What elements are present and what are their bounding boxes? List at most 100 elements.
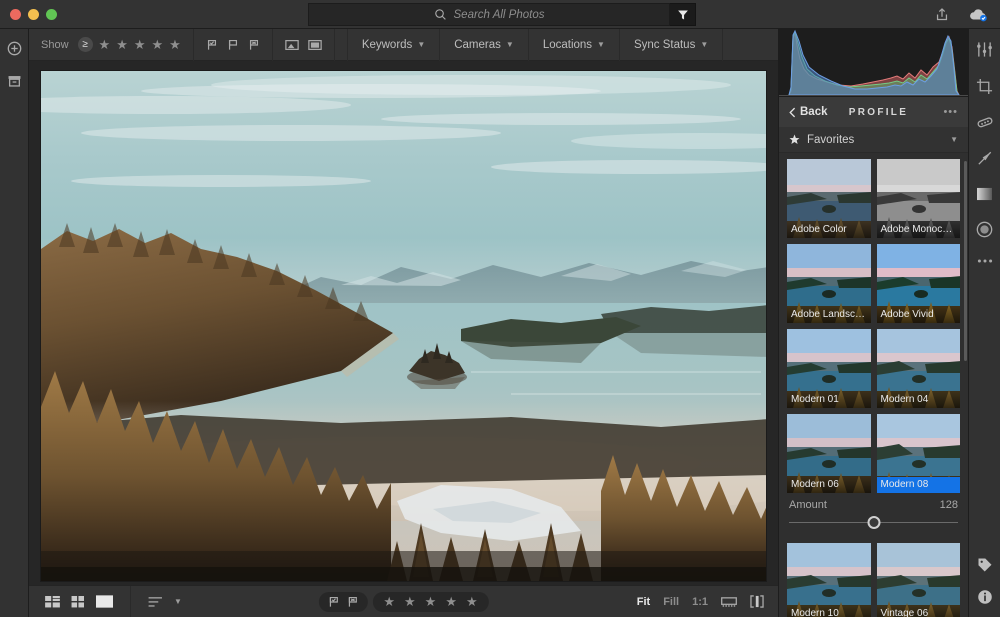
panel-title: PROFILE bbox=[814, 107, 944, 118]
video-type-icon[interactable] bbox=[308, 39, 322, 51]
share-export-icon[interactable] bbox=[934, 7, 950, 23]
chevron-down-icon: ▼ bbox=[506, 40, 514, 49]
filter-star-1[interactable]: ★ bbox=[99, 38, 111, 51]
amount-slider[interactable] bbox=[789, 514, 958, 532]
star-icon bbox=[789, 134, 800, 145]
more-dots-icon[interactable] bbox=[977, 258, 993, 264]
healing-brush-icon[interactable] bbox=[976, 115, 994, 130]
filter-star-4[interactable]: ★ bbox=[152, 38, 164, 51]
sliders-icon[interactable] bbox=[976, 41, 993, 58]
filter-funnel-icon[interactable] bbox=[670, 3, 696, 26]
center-column: Show ≥ ★ ★ ★ ★ ★ bbox=[29, 29, 778, 617]
close-window-button[interactable] bbox=[10, 9, 21, 20]
filter-star-2[interactable]: ★ bbox=[116, 38, 128, 51]
profile-modern-10[interactable]: Modern 10 bbox=[787, 543, 871, 617]
divider bbox=[334, 29, 335, 61]
cloud-sync-icon[interactable] bbox=[968, 7, 988, 23]
profile-label: Modern 01 bbox=[787, 392, 871, 408]
window-controls bbox=[0, 9, 57, 20]
profile-modern-08[interactable]: Modern 08 bbox=[877, 414, 961, 493]
plus-circle-icon[interactable] bbox=[7, 41, 22, 56]
lightroom-window: Search All Photos bbox=[0, 0, 1000, 617]
slider-knob[interactable] bbox=[867, 516, 880, 529]
filmstrip-icon[interactable] bbox=[721, 596, 737, 608]
profile-adobe-vivid[interactable]: Adobe Vivid bbox=[877, 244, 961, 323]
flag-controls bbox=[318, 592, 367, 612]
dropdown-cameras[interactable]: Cameras ▼ bbox=[439, 29, 528, 61]
rating-star-1[interactable]: ★ bbox=[383, 595, 395, 608]
search-input[interactable]: Search All Photos bbox=[308, 3, 670, 26]
profile-scrollbar[interactable] bbox=[964, 161, 967, 361]
zoom-controls: Fit Fill 1:1 bbox=[637, 595, 778, 608]
profile-header: Back PROFILE ••• bbox=[779, 97, 968, 127]
main-body: Show ≥ ★ ★ ★ ★ ★ bbox=[0, 29, 1000, 617]
sort-icon[interactable] bbox=[148, 596, 163, 608]
flag-rejected-icon[interactable] bbox=[248, 39, 260, 51]
chevron-down-icon[interactable]: ▼ bbox=[950, 135, 958, 144]
chevron-down-icon: ▼ bbox=[417, 40, 425, 49]
profile-modern-01[interactable]: Modern 01 bbox=[787, 329, 871, 408]
zoom-fit-button[interactable]: Fit bbox=[637, 596, 650, 608]
amount-value: 128 bbox=[940, 499, 958, 511]
left-rail bbox=[0, 29, 29, 617]
radial-icon[interactable] bbox=[976, 221, 993, 238]
dropdown-sync-status[interactable]: Sync Status ▼ bbox=[619, 29, 723, 61]
profile-modern-06[interactable]: Modern 06 bbox=[787, 414, 871, 493]
flag-pick-icon[interactable] bbox=[327, 596, 339, 608]
favorites-section-header[interactable]: Favorites ▼ bbox=[779, 127, 968, 153]
chevron-down-icon[interactable]: ▼ bbox=[174, 597, 182, 606]
filter-star-3[interactable]: ★ bbox=[134, 38, 146, 51]
photo-canvas[interactable] bbox=[29, 61, 778, 585]
filter-star-5[interactable]: ★ bbox=[169, 38, 181, 51]
chevron-left-icon bbox=[789, 107, 796, 118]
info-circle-icon[interactable] bbox=[977, 589, 993, 605]
brush-icon[interactable] bbox=[976, 150, 993, 167]
single-photo-view-icon[interactable] bbox=[96, 595, 113, 608]
dropdown-keywords[interactable]: Keywords ▼ bbox=[347, 29, 439, 61]
dropdown-locations[interactable]: Locations ▼ bbox=[528, 29, 619, 61]
rating-operator-button[interactable]: ≥ bbox=[78, 37, 93, 52]
rating-star-5[interactable]: ★ bbox=[466, 595, 478, 608]
before-after-icon[interactable] bbox=[750, 595, 764, 608]
title-bar: Search All Photos bbox=[0, 0, 1000, 29]
zoom-fill-button[interactable]: Fill bbox=[663, 596, 679, 608]
profile-adobe-landscape[interactable]: Adobe Landscape bbox=[787, 244, 871, 323]
search-placeholder: Search All Photos bbox=[454, 9, 545, 21]
flag-reject-icon[interactable] bbox=[346, 596, 358, 608]
main-photo[interactable] bbox=[41, 71, 766, 581]
bottom-toolbar: ▼ ★ ★ ★ ★ bbox=[29, 585, 778, 617]
flag-filter-group bbox=[206, 39, 260, 51]
gradient-icon[interactable] bbox=[976, 187, 993, 201]
maximize-window-button[interactable] bbox=[46, 9, 57, 20]
tag-icon[interactable] bbox=[977, 557, 993, 573]
rating-filter-stars[interactable]: ★ ★ ★ ★ ★ bbox=[99, 38, 181, 51]
photo-type-icon[interactable] bbox=[285, 39, 299, 51]
detail-grid-view-icon[interactable] bbox=[45, 596, 60, 608]
profile-label: Vintage 06 bbox=[877, 606, 961, 617]
crop-icon[interactable] bbox=[976, 78, 993, 95]
favorites-label: Favorites bbox=[807, 134, 943, 146]
dropdown-sync-status-label: Sync Status bbox=[634, 39, 695, 51]
right-rail-bottom bbox=[969, 557, 1000, 605]
zoom-1-1-button[interactable]: 1:1 bbox=[692, 596, 708, 608]
flag-unflagged-icon[interactable] bbox=[227, 39, 239, 51]
archive-box-icon[interactable] bbox=[7, 74, 22, 88]
profile-grid[interactable]: Adobe Color bbox=[779, 153, 968, 617]
profile-label: Modern 10 bbox=[787, 606, 871, 617]
dropdown-locations-label: Locations bbox=[543, 39, 592, 51]
media-type-group bbox=[285, 39, 322, 51]
minimize-window-button[interactable] bbox=[28, 9, 39, 20]
divider bbox=[272, 29, 273, 61]
profile-modern-04[interactable]: Modern 04 bbox=[877, 329, 961, 408]
rating-star-2[interactable]: ★ bbox=[404, 595, 416, 608]
flag-picked-icon[interactable] bbox=[206, 39, 218, 51]
profile-row: Adobe Landscape bbox=[787, 244, 960, 323]
profile-adobe-color[interactable]: Adobe Color bbox=[787, 159, 871, 238]
rating-star-4[interactable]: ★ bbox=[445, 595, 457, 608]
rating-star-3[interactable]: ★ bbox=[425, 595, 437, 608]
grid-view-icon[interactable] bbox=[71, 596, 85, 608]
profile-vintage-06[interactable]: Vintage 06 bbox=[877, 543, 961, 617]
rgb-histogram[interactable] bbox=[779, 29, 968, 97]
more-options-icon[interactable]: ••• bbox=[943, 106, 958, 118]
profile-adobe-monochrome[interactable]: Adobe Monochro… bbox=[877, 159, 961, 238]
